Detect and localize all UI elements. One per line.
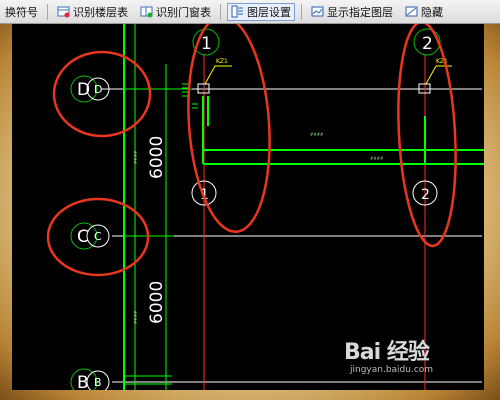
watermark: Bai 经验 jingyan.baidu.com [344,332,456,382]
row-label-c-inner: C [94,230,102,243]
convert-symbol-button[interactable]: 换符号 [2,3,41,21]
screenshot-frame: 换符号 识别楼层表 识别门窗表 图层设置 显示指定图层 隐藏 KZ1 KZ1 #… [0,0,500,400]
show-specified-layer-button[interactable]: 显示指定图层 [308,3,396,21]
toolbar-separator [47,3,48,20]
axis-label-mid-2: 2 [421,187,430,203]
column-tag-1: KZ1 [216,58,228,65]
side-tag-upper: #### [133,150,138,164]
show-layer-icon [311,5,324,18]
beam-tag-b: #### [370,156,384,161]
toolbar-separator [301,3,302,20]
identify-floor-table-button[interactable]: 识别楼层表 [54,3,131,21]
row-label-d-outer: D [77,80,90,100]
annotation-ellipse-axis-2 [397,20,457,248]
beam-tag-a: #### [310,132,324,137]
toolbar-item-label: 隐藏 [421,5,443,19]
identify-door-icon [140,5,153,18]
side-tag-lower: #### [133,310,138,324]
watermark-logo: Bai 经验 [344,340,430,365]
hide-layer-button[interactable]: 隐藏 [402,3,446,21]
toolbar-item-label: 识别楼层表 [73,5,128,19]
toolbar-separator [220,3,221,20]
identify-door-window-table-button[interactable]: 识别门窗表 [137,3,214,21]
toolbar-item-label: 识别门窗表 [156,5,211,19]
toolbar-item-label: 图层设置 [247,5,291,19]
cad-canvas[interactable]: KZ1 KZ1 #### #### #### #### 6000 6000 1 … [12,14,484,396]
row-label-b-inner: B [94,376,102,389]
toolbar-item-label: 换符号 [5,5,38,19]
toolbar-item-label: 显示指定图层 [327,5,393,19]
layer-settings-icon [231,5,244,18]
axis-label-top-1: 1 [201,34,212,54]
toolbar: 换符号 识别楼层表 识别门窗表 图层设置 显示指定图层 隐藏 [0,0,500,24]
row-label-d-inner: D [94,83,102,96]
dimension-upper: 6000 [147,136,167,179]
axis-label-top-2: 2 [422,34,433,54]
hide-icon [405,5,418,18]
watermark-url: jingyan.baidu.com [350,365,434,375]
layer-settings-button[interactable]: 图层设置 [227,2,295,21]
tag-leader-1 [204,65,232,85]
identify-floor-icon [57,5,70,18]
annotation-ellipse-axis-1 [187,14,271,234]
dimension-lower: 6000 [147,281,167,324]
